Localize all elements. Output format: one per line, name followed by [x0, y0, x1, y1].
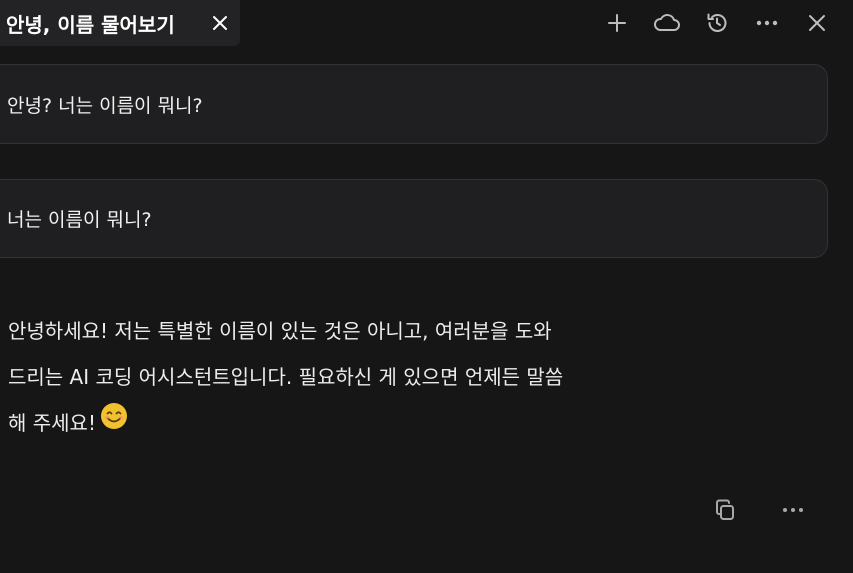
plus-icon [608, 14, 626, 32]
history-button[interactable] [701, 7, 733, 39]
message-more-button[interactable] [777, 494, 809, 526]
user-message-text: 안녕? 너는 이름이 뭐니? [7, 94, 203, 117]
tab-title: 안녕, 이름 물어보기 [6, 12, 175, 37]
assistant-message-text: 안녕하세요! 저는 특별한 이름이 있는 것은 아니고, 여러분을 도와 드리는… [8, 319, 564, 435]
user-message-text: 너는 이름이 뭐니? [7, 209, 152, 231]
cloud-icon [654, 14, 680, 31]
user-message[interactable]: 안녕? 너는 이름이 뭐니? [0, 64, 828, 144]
header-toolbar [601, 6, 833, 40]
smiling-face-icon [100, 400, 128, 446]
more-icon [756, 20, 778, 26]
copy-button[interactable] [709, 494, 741, 526]
history-icon [707, 13, 727, 32]
tab-close-button[interactable] [206, 9, 234, 37]
more-icon [783, 508, 803, 512]
close-icon [809, 15, 825, 31]
new-chat-button[interactable] [601, 7, 633, 39]
cloud-button[interactable] [651, 7, 683, 39]
chat-panel: 안녕, 이름 물어보기 안녕? 너는 이름이 뭐니? 너는 이름이 뭐니? 안녕… [0, 0, 853, 573]
copy-icon [716, 499, 734, 520]
assistant-message: 안녕하세요! 저는 특별한 이름이 있는 것은 아니고, 여러분을 도와 드리는… [8, 308, 828, 448]
close-icon [213, 16, 227, 30]
message-actions [709, 494, 809, 526]
more-options-button[interactable] [751, 7, 783, 39]
chat-tab[interactable]: 안녕, 이름 물어보기 [0, 0, 240, 46]
user-message[interactable]: 너는 이름이 뭐니? [0, 179, 828, 258]
close-panel-button[interactable] [801, 7, 833, 39]
